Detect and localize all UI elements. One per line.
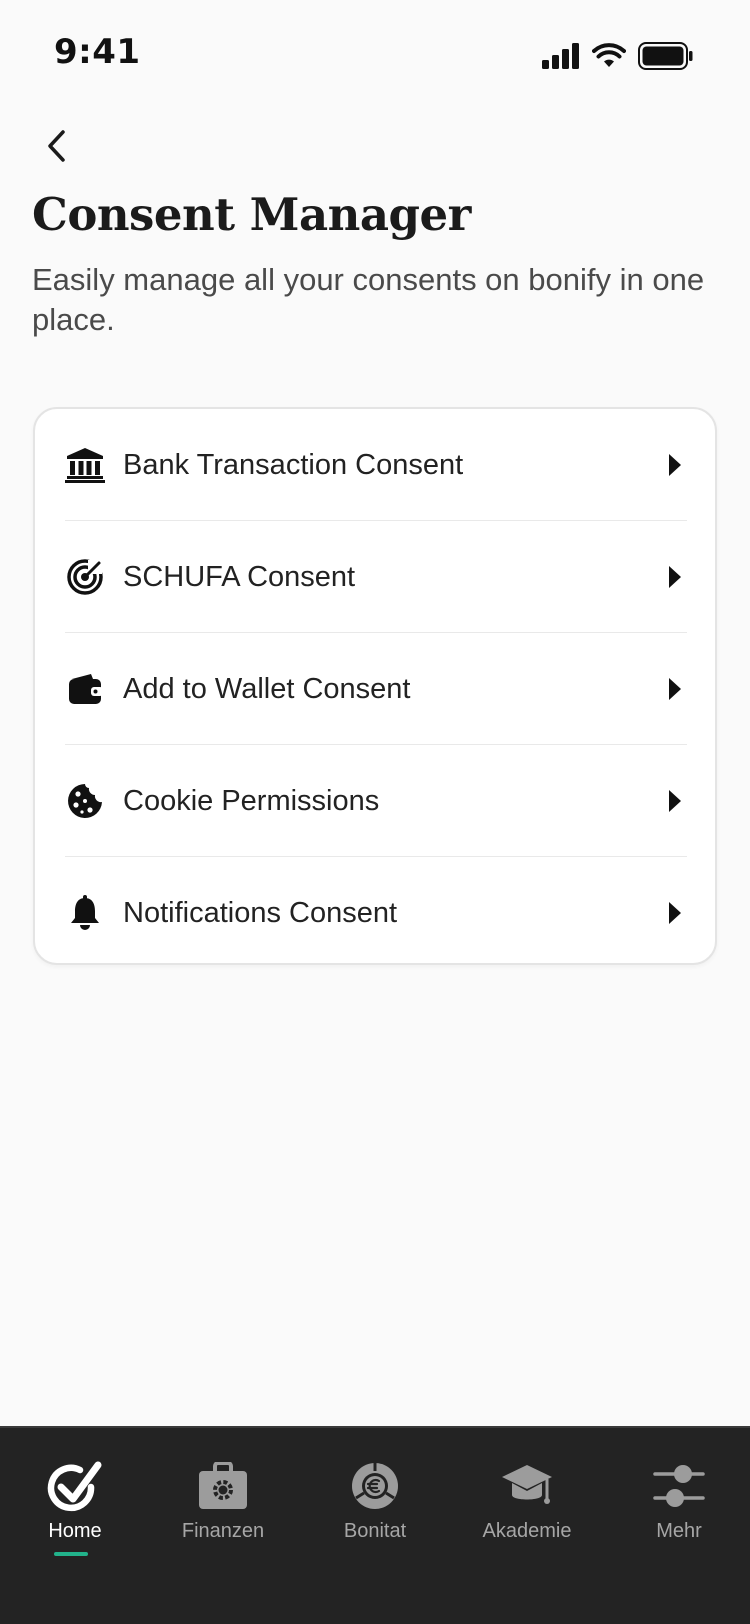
chevron-right-icon bbox=[663, 451, 687, 479]
consent-item-notifications[interactable]: Notifications Consent bbox=[65, 857, 687, 969]
tab-mehr[interactable]: Mehr bbox=[604, 1428, 750, 1568]
consent-item-add-to-wallet[interactable]: Add to Wallet Consent bbox=[65, 633, 687, 745]
tab-home[interactable]: Home bbox=[0, 1428, 150, 1568]
status-bar: 9:41 bbox=[0, 0, 750, 110]
consent-item-label: Notifications Consent bbox=[123, 896, 398, 929]
status-time: 9:41 bbox=[54, 32, 141, 72]
wifi-icon bbox=[592, 43, 626, 74]
chevron-right-icon bbox=[663, 899, 687, 927]
target-icon bbox=[65, 557, 105, 597]
bell-icon bbox=[65, 893, 105, 933]
back-button[interactable] bbox=[32, 120, 82, 176]
chevron-right-icon bbox=[663, 675, 687, 703]
checkmark-circle-icon bbox=[47, 1458, 103, 1514]
tab-finanzen[interactable]: Finanzen bbox=[148, 1428, 298, 1568]
status-icons bbox=[542, 42, 694, 75]
tab-label: Mehr bbox=[656, 1520, 702, 1542]
tab-label: Akademie bbox=[482, 1520, 572, 1542]
tab-bonitat[interactable]: Bonitat bbox=[300, 1428, 450, 1568]
consent-item-bank-transaction[interactable]: Bank Transaction Consent bbox=[65, 409, 687, 521]
graduation-cap-icon bbox=[499, 1458, 555, 1514]
wallet-icon bbox=[65, 669, 105, 709]
consent-item-cookie-permissions[interactable]: Cookie Permissions bbox=[65, 745, 687, 857]
chevron-right-icon bbox=[663, 787, 687, 815]
battery-icon bbox=[638, 42, 694, 75]
bank-icon bbox=[65, 445, 105, 485]
chevron-right-icon bbox=[663, 563, 687, 591]
consent-item-label: Bank Transaction Consent bbox=[123, 448, 464, 481]
page-subtitle: Easily manage all your consents on bonif… bbox=[32, 262, 705, 337]
cookie-icon bbox=[65, 781, 105, 821]
consent-item-schufa[interactable]: SCHUFA Consent bbox=[65, 521, 687, 633]
tab-label: Finanzen bbox=[181, 1520, 265, 1542]
briefcase-gear-icon bbox=[195, 1458, 251, 1514]
euro-gauge-icon bbox=[347, 1458, 403, 1514]
cellular-signal-icon bbox=[542, 43, 580, 74]
tab-akademie[interactable]: Akademie bbox=[452, 1428, 602, 1568]
active-tab-indicator bbox=[54, 1552, 88, 1556]
page-title: Consent Manager bbox=[32, 188, 471, 241]
tab-label: Bonitat bbox=[343, 1520, 407, 1542]
bottom-tab-bar: Home Finanzen Bonitat Akademie Mehr bbox=[0, 1426, 750, 1624]
consent-list-card: Bank Transaction Consent SCHUFA Consent bbox=[33, 407, 717, 965]
consent-item-label: SCHUFA Consent bbox=[123, 560, 356, 593]
sliders-icon bbox=[651, 1458, 707, 1514]
tab-label: Home bbox=[48, 1520, 102, 1542]
consent-item-label: Cookie Permissions bbox=[123, 784, 380, 817]
chevron-left-icon bbox=[44, 129, 70, 168]
consent-item-label: Add to Wallet Consent bbox=[123, 672, 411, 705]
